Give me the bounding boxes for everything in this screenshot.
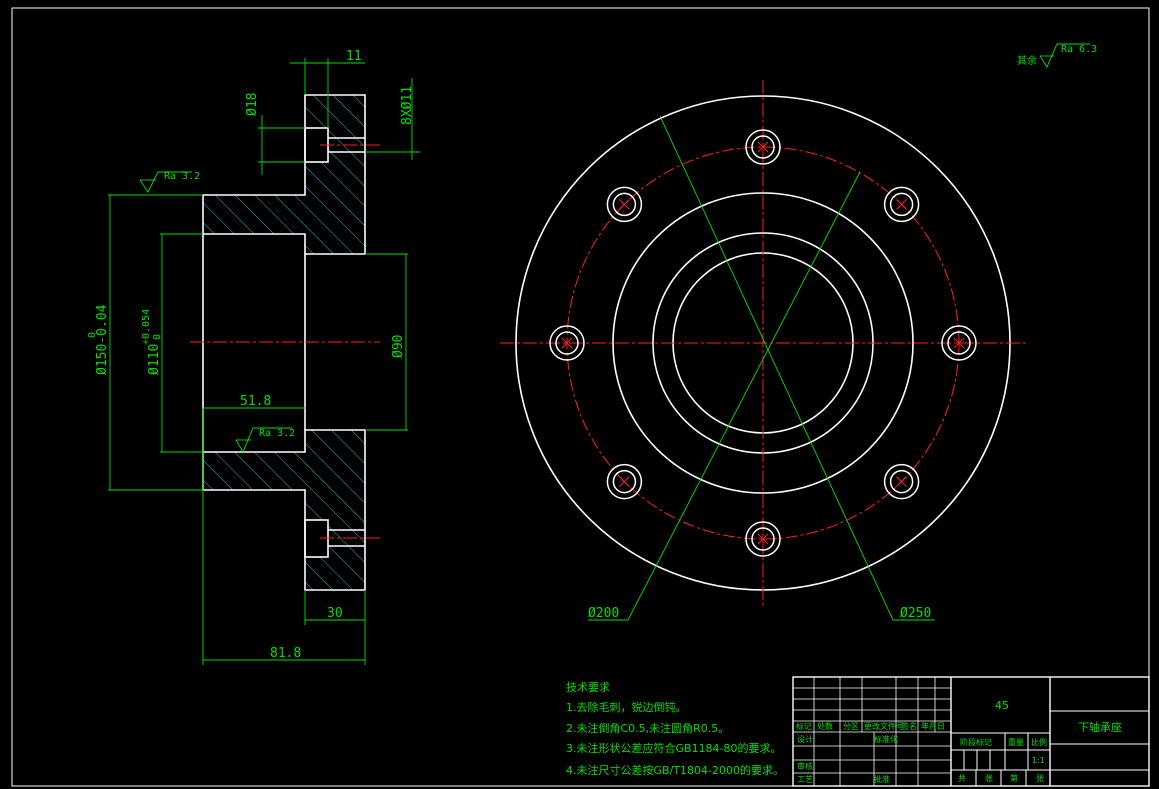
tb-sheet-total: 共	[958, 774, 966, 783]
dim-d150-upper: 0	[87, 332, 98, 338]
bolt-hole	[883, 186, 920, 223]
general-roughness-value: Ra 6.3	[1061, 44, 1097, 55]
engineering-drawing: Ra 3.2 Ra 3.2 11 Ø18 8XØ11 Ø150-0.04 0 Ø…	[11, 7, 1150, 787]
dim-81-8: 81.8	[270, 646, 301, 661]
tb-label-mark: 标记	[796, 721, 812, 731]
dim-30: 30	[327, 606, 343, 621]
general-roughness: 其余 Ra 6.3	[1017, 43, 1097, 68]
bolt-hole	[883, 463, 920, 500]
notes-item-1: 1.去除毛刺，锐边倒钝。	[566, 700, 687, 714]
drawing-frame	[11, 7, 1150, 787]
section-view: Ra 3.2 Ra 3.2 11 Ø18 8XØ11 Ø150-0.04 0 Ø…	[87, 49, 420, 665]
notes-item-2: 2.未注倒角C0.5,未注圆角R0.5。	[566, 721, 729, 735]
tb-review: 审核	[797, 761, 813, 771]
general-roughness-label: 其余	[1017, 54, 1037, 67]
hatch-top	[203, 95, 365, 254]
technical-notes: 技术要求 1.去除毛刺，锐边倒钝。 2.未注倒角C0.5,未注圆角R0.5。 3…	[566, 681, 784, 777]
tb-process: 工艺	[797, 775, 813, 784]
tb-material: 45	[995, 699, 1009, 712]
tb-label-zone: 分区	[843, 722, 859, 731]
tb-label-change-doc: 更改文件号	[864, 721, 904, 731]
tb-label-count: 处数	[817, 721, 833, 731]
tb-standardize: 标准化	[874, 734, 898, 744]
notes-title: 技术要求	[566, 681, 610, 694]
dim-51-8: 51.8	[240, 394, 271, 409]
front-view: Ø200 Ø250	[500, 80, 1028, 621]
tb-sheet-no: 第	[1010, 773, 1018, 783]
title-block: 45 下轴承座 标记 处数 分区 更改文件号 签名 年月日 设计 标准化 审核 …	[792, 676, 1150, 787]
tb-weight: 重量	[1008, 737, 1024, 747]
hatch-bottom	[203, 430, 365, 590]
bolt-hole	[606, 463, 643, 500]
dim-d110-upper: +0.054	[141, 309, 152, 345]
roughness-top-value: Ra 3.2	[164, 171, 200, 182]
tb-approve: 批准	[874, 774, 890, 784]
dim-holes: 8XØ11	[400, 86, 415, 125]
tb-stage-mark: 阶段标记	[960, 737, 992, 747]
roughness-bore-value: Ra 3.2	[259, 428, 295, 439]
dim-d18: Ø18	[245, 93, 260, 116]
dim-d200: Ø200	[588, 606, 619, 621]
dim-d150: Ø150-0.04	[95, 304, 110, 375]
notes-item-3: 3.未注形状公差应符合GB1184-80的要求。	[566, 741, 782, 755]
tb-scale-label: 比例	[1031, 737, 1047, 747]
tb-label-date: 年月日	[921, 721, 945, 731]
dim-d250: Ø250	[900, 606, 931, 621]
dim-d110: Ø110	[147, 344, 162, 375]
notes-item-4: 4.未注尺寸公差按GB/T1804-2000的要求。	[566, 763, 784, 777]
bolt-hole	[606, 186, 643, 223]
tb-label-signature: 签名	[901, 721, 917, 731]
tb-sheet-total-unit: 张	[985, 774, 993, 783]
tb-design: 设计	[797, 734, 813, 744]
tb-part-name: 下轴承座	[1078, 720, 1122, 734]
dim-d90: Ø90	[391, 335, 406, 358]
dim-11: 11	[346, 49, 362, 64]
tb-scale: 1:1	[1032, 756, 1045, 765]
tb-sheet-no-unit: 张	[1036, 774, 1044, 783]
dim-d110-lower: 0	[152, 334, 163, 340]
